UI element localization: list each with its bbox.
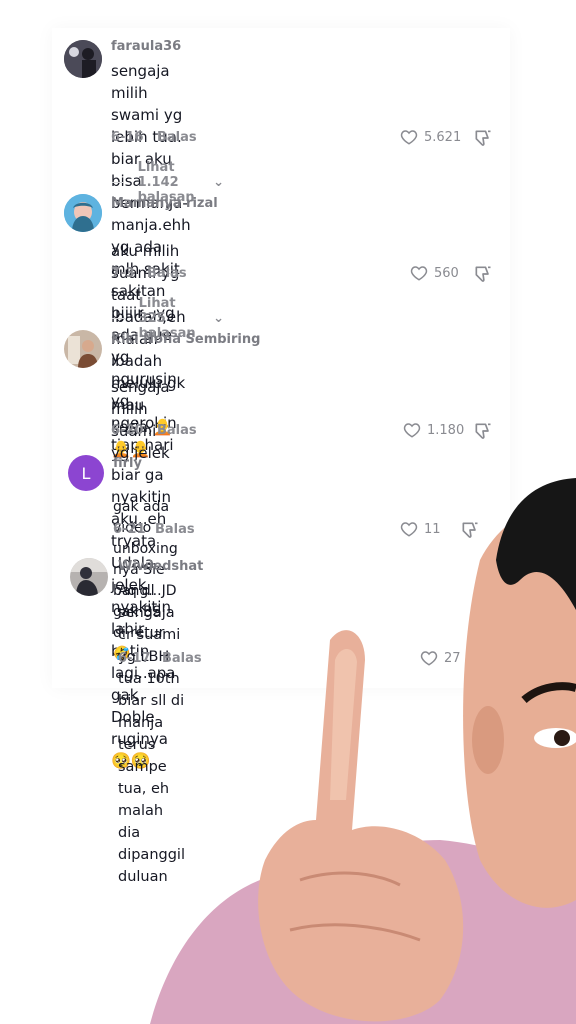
heart-icon [403, 423, 421, 438]
shirt-shape [150, 840, 576, 1024]
heart-icon [400, 522, 418, 537]
reply-button[interactable]: Balas [162, 651, 202, 666]
comment-username[interactable]: faraula36 [111, 39, 181, 54]
like-count: 11 [424, 521, 441, 537]
comment-username[interactable]: Kiki Nona Sembiring [111, 332, 260, 347]
like-button[interactable]: 1.180 [403, 421, 464, 439]
divider-line [112, 182, 124, 183]
dislike-icon[interactable] [473, 421, 493, 441]
comment-date: 6-20 [111, 423, 144, 438]
avatar[interactable]: L [68, 455, 104, 491]
heart-icon [410, 266, 428, 281]
divider-line [112, 318, 125, 319]
knuckle-lines [289, 871, 421, 942]
comment-date: 6-17 [118, 651, 151, 666]
comment-username[interactable]: Mamanya rizal [111, 196, 218, 211]
chevron-down-icon: ⌄ [213, 311, 224, 326]
eyebrow-shape [521, 682, 576, 704]
dislike-icon[interactable] [473, 264, 493, 284]
dislike-icon[interactable] [483, 649, 503, 669]
reply-button[interactable]: Balas [155, 522, 195, 537]
chevron-down-icon: ⌄ [213, 175, 224, 190]
reply-button[interactable]: Balas [147, 266, 187, 281]
avatar[interactable] [64, 40, 102, 78]
ear-shape [472, 706, 504, 774]
like-count: 5.621 [424, 129, 462, 145]
comment-date: 6-16 [111, 130, 144, 145]
comment-username[interactable]: firly [113, 456, 142, 471]
like-count: 1.180 [427, 422, 465, 438]
comment-username[interactable]: Wiwiedshat [118, 559, 203, 574]
reply-button[interactable]: Balas [157, 423, 197, 438]
like-count: 560 [434, 265, 459, 281]
pupil-shape [554, 730, 570, 746]
comment-date: 6-21 [113, 522, 146, 537]
dislike-icon[interactable] [460, 520, 480, 540]
avatar-letter: L [81, 463, 91, 483]
avatar[interactable] [70, 558, 108, 596]
like-button[interactable]: 5.621 [400, 128, 461, 146]
like-button[interactable]: 11 [400, 520, 441, 538]
eye-shape [534, 728, 576, 748]
comment-date: 7-3 [111, 266, 135, 281]
heart-icon [400, 130, 418, 145]
like-count: 27 [444, 650, 461, 666]
avatar[interactable] [64, 330, 102, 368]
hand-shape [258, 630, 464, 1022]
heart-icon [420, 651, 438, 666]
avatar[interactable] [64, 194, 102, 232]
comment-text: Aq dl sengaja cr suami yg LBH tua 10th b… [118, 583, 185, 885]
like-button[interactable]: 560 [410, 264, 459, 282]
dislike-icon[interactable] [473, 128, 493, 148]
like-button[interactable]: 27 [420, 649, 461, 667]
reply-button[interactable]: Balas [157, 130, 197, 145]
